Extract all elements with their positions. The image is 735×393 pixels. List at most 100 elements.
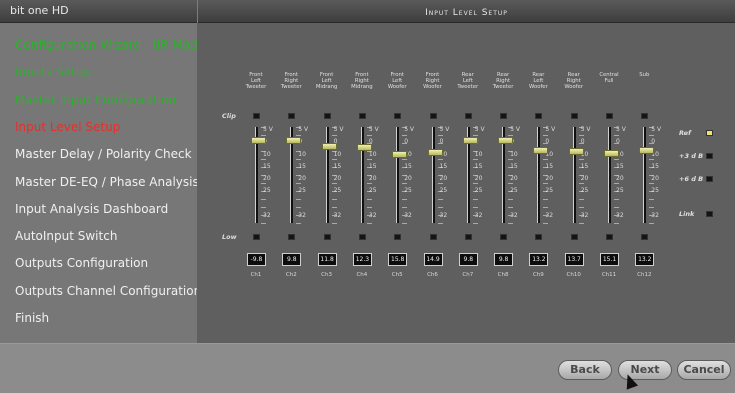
level-value[interactable]: 9.8 [494, 253, 514, 266]
scale-label: 15 [580, 163, 589, 170]
link-led[interactable] [706, 211, 713, 217]
fader-knob[interactable] [321, 142, 337, 150]
channel-header-line: Woofer [564, 84, 584, 90]
scale-tick [543, 207, 549, 208]
low-led [606, 234, 613, 240]
fader-knob[interactable] [427, 149, 443, 157]
scale-tick [543, 199, 549, 200]
scale-label: 20 [510, 175, 518, 182]
scale-label: 10 [474, 151, 483, 158]
scale-label: 15 [368, 163, 377, 170]
plus6db-led[interactable] [706, 176, 713, 182]
low-led [394, 234, 402, 240]
scale-tick [543, 183, 549, 184]
scale-label: 32 [651, 212, 659, 219]
scale-tick [366, 183, 372, 184]
channel-name: Ch10 [566, 272, 581, 278]
scale-label: 32 [333, 212, 342, 219]
fader-knob[interactable] [498, 137, 514, 144]
scale-tick [649, 223, 655, 224]
scale-tick [366, 159, 372, 160]
scale-label: 25 [333, 187, 342, 194]
sidebar-item[interactable]: AutoInput Switch [15, 229, 117, 243]
scale-label: 15 [404, 163, 412, 170]
scale-tick [614, 159, 619, 160]
clip-led [323, 113, 331, 119]
channel-name: Ch11 [601, 272, 617, 278]
scale-label: 32 [545, 212, 554, 219]
scale-label: 20 [298, 175, 306, 182]
plus3db-led[interactable] [706, 153, 713, 159]
sidebar-item[interactable]: Master Delay / Polarity Check [15, 147, 192, 161]
clip-led [500, 113, 508, 119]
sidebar-item[interactable]: Configuration Wizard - IIR Mode [15, 38, 205, 52]
sidebar-item[interactable]: Input Analysis Dashboard [15, 202, 168, 216]
level-value[interactable]: 13.7 [564, 253, 584, 266]
back-button[interactable]: Back [558, 360, 612, 380]
fader-knob[interactable] [286, 137, 302, 144]
scale-label: 15 [333, 163, 342, 170]
scale-label: 15 [616, 163, 624, 170]
ref-led[interactable] [706, 130, 713, 136]
fader-track [537, 127, 541, 223]
scale-tick [437, 183, 443, 184]
channel-header-line: Tweeter [245, 84, 267, 90]
scale-tick [578, 159, 584, 160]
sidebar-item[interactable]: Finish [15, 311, 49, 325]
scale-label: 25 [616, 187, 624, 194]
fader-track [608, 127, 611, 223]
scale-label: 32 [263, 212, 271, 219]
scale-tick [508, 207, 514, 208]
scale-label: 10 [263, 151, 271, 158]
sidebar-item[interactable]: Input Level Setup [15, 120, 120, 134]
cancel-button[interactable]: Cancel [677, 360, 731, 380]
level-value[interactable]: 13.2 [529, 253, 549, 266]
level-value[interactable]: 12.3 [352, 253, 372, 266]
scale-label: 10 [333, 151, 342, 158]
sidebar-item[interactable]: Outputs Channel Configuration [15, 284, 201, 298]
fader-knob[interactable] [392, 151, 408, 159]
sidebar-item[interactable]: Master DE-EQ / Phase Analysis [15, 175, 199, 189]
channel-name: Ch1 [250, 272, 262, 278]
level-value[interactable]: 9.8 [458, 253, 478, 266]
fader-knob[interactable] [462, 137, 478, 144]
scale-tick [472, 183, 478, 184]
level-value[interactable]: 15.8 [388, 253, 408, 266]
scale-label: 5 V [580, 126, 591, 133]
level-value[interactable]: -9.8 [247, 253, 266, 266]
scale-label: 25 [474, 187, 483, 194]
channel-header-line: Sub [639, 72, 650, 78]
sidebar-item[interactable]: Outputs Configuration [15, 256, 148, 270]
sidebar-item[interactable]: Inputs Setup [15, 65, 91, 79]
level-value[interactable]: 9.8 [282, 253, 302, 266]
scale-tick [261, 207, 266, 208]
fader-knob[interactable] [604, 149, 619, 157]
scale-tick [472, 207, 478, 208]
channel-header-line: Woofer [529, 84, 548, 90]
scale-label: 0 [651, 138, 656, 145]
scale-label: 5 V [545, 126, 556, 133]
scale-label: 15 [510, 163, 518, 170]
fader-knob[interactable] [639, 146, 655, 154]
scale-tick [296, 199, 302, 200]
scale-label: 10 [298, 151, 306, 158]
fader-knob[interactable] [533, 146, 549, 154]
scale-label: 15 [651, 163, 659, 170]
scale-label: 25 [263, 187, 271, 194]
sidebar-item[interactable]: Master Input Configuration [15, 93, 176, 107]
scale-tick [261, 135, 266, 136]
scale-tick [366, 135, 372, 136]
low-led [429, 234, 437, 240]
level-value[interactable]: 15.1 [600, 253, 619, 266]
clip-led [641, 113, 649, 119]
level-value[interactable]: 11.8 [317, 253, 337, 266]
scale-tick [261, 199, 266, 200]
level-value[interactable]: 14.9 [423, 253, 443, 266]
fader-knob[interactable] [356, 143, 372, 151]
scale-tick [578, 223, 584, 224]
scale-tick [331, 223, 337, 224]
fader-knob[interactable] [568, 147, 584, 155]
fader-track [325, 127, 329, 223]
fader-knob[interactable] [251, 137, 266, 144]
level-value[interactable]: 13.2 [635, 253, 655, 266]
